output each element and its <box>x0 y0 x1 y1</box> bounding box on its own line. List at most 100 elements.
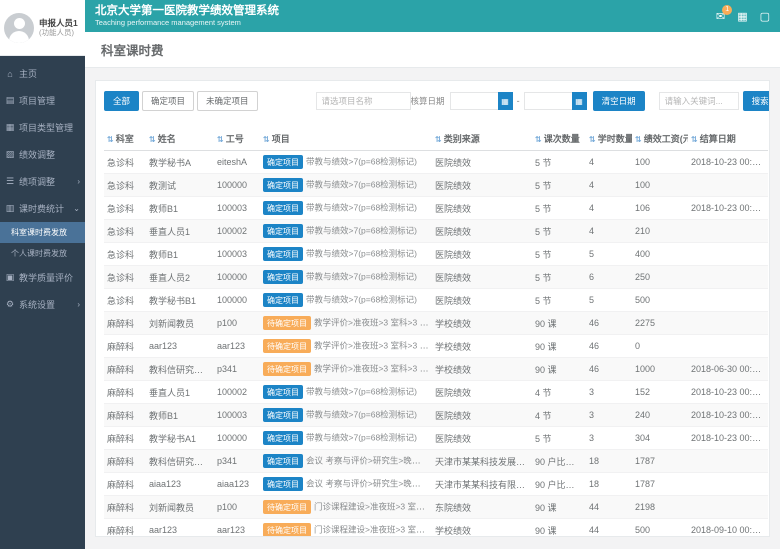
cell-project: 待确定项目门诊课程建设>准夜班>3 室科>3 学员 <box>260 519 432 538</box>
expand-icon[interactable]: ▢ <box>760 10 770 23</box>
cell-quantity: 5 节 <box>532 243 586 266</box>
cell-dept: 急诊科 <box>104 266 146 289</box>
column-header-label: 姓名 <box>158 134 176 144</box>
sort-icon: ⇅ <box>635 135 642 144</box>
cell-source: 学校绩效 <box>432 519 532 538</box>
column-header[interactable]: ⇅课次数量 <box>532 127 586 151</box>
cell-worker-id: 100000 <box>214 174 260 197</box>
cell-source: 医院绩效 <box>432 151 532 174</box>
project-status-button[interactable]: 确定项目 <box>263 385 303 399</box>
project-status-button[interactable]: 确定项目 <box>263 201 303 215</box>
cell-worker-id: 100003 <box>214 404 260 427</box>
clear-date-button[interactable]: 清空日期 <box>593 91 645 111</box>
sidebar-item-performance-adjust[interactable]: ▨绩效调整 <box>0 141 85 168</box>
app-subtitle: Teaching performance management system <box>95 18 279 27</box>
cell-worker-id: 100000 <box>214 266 260 289</box>
cell-name: 教学秘书A <box>146 151 214 174</box>
cell-worker-id: 100003 <box>214 243 260 266</box>
column-header-label: 结算日期 <box>700 134 736 144</box>
cell-dept: 麻醉科 <box>104 381 146 404</box>
cell-dept: 急诊科 <box>104 151 146 174</box>
cell-quantity: 5 节 <box>532 427 586 450</box>
sidebar-subitem-1[interactable]: 个人课时费发放 <box>0 243 85 264</box>
column-header[interactable]: ⇅类别来源 <box>432 127 532 151</box>
filter-all-button[interactable]: 全部 <box>104 91 139 111</box>
cell-quantity: 5 节 <box>532 266 586 289</box>
calendar-icon[interactable]: ▦ <box>572 92 587 110</box>
cell-salary: 106 <box>632 197 688 220</box>
project-status-button[interactable]: 待确定项目 <box>263 362 311 376</box>
cell-worker-id: 100000 <box>214 427 260 450</box>
project-status-button[interactable]: 待确定项目 <box>263 339 311 353</box>
cell-salary: 100 <box>632 174 688 197</box>
cell-name: 教师B1 <box>146 197 214 220</box>
sidebar-item-label: 项目类型管理 <box>19 121 73 134</box>
sort-icon: ⇅ <box>535 135 542 144</box>
project-status-button[interactable]: 确定项目 <box>263 477 303 491</box>
project-status-button[interactable]: 确定项目 <box>263 224 303 238</box>
column-header[interactable]: ⇅科室 <box>104 127 146 151</box>
table-row: 急诊科教学秘书B1100000确定项目带教与绩效>7(p=68检测标记)医院绩效… <box>104 289 768 312</box>
message-icon[interactable]: ✉1 <box>716 10 725 23</box>
column-header[interactable]: ⇅姓名 <box>146 127 214 151</box>
calendar-icon[interactable]: ▦ <box>498 92 513 110</box>
sort-icon: ⇅ <box>107 135 114 144</box>
grid-icon[interactable]: ▦ <box>737 10 747 23</box>
project-text: 会议 考察与评价>研究生>晚班>指导 <box>306 479 432 489</box>
sort-icon: ⇅ <box>263 135 270 144</box>
table-row: 急诊科教学秘书AeiteshA确定项目带教与绩效>7(p=68检测标记)医院绩效… <box>104 151 768 174</box>
column-header[interactable]: ⇅工号 <box>214 127 260 151</box>
sidebar-item-project-management[interactable]: ▤项目管理 <box>0 87 85 114</box>
cell-source: 学校绩效 <box>432 312 532 335</box>
cell-worker-id: p100 <box>214 496 260 519</box>
cell-project: 确定项目带教与绩效>7(p=68检测标记) <box>260 427 432 450</box>
sidebar-item-label: 课时费统计 <box>19 202 64 215</box>
column-header[interactable]: ⇅学时数量 <box>586 127 632 151</box>
sidebar-item-project-type[interactable]: ▦项目类型管理 <box>0 114 85 141</box>
project-status-button[interactable]: 待确定项目 <box>263 523 311 537</box>
keyword-search-input[interactable] <box>659 92 739 110</box>
project-status-button[interactable]: 确定项目 <box>263 155 303 169</box>
end-date-input[interactable] <box>524 92 572 110</box>
project-status-button[interactable]: 确定项目 <box>263 454 303 468</box>
topbar-actions: ✉1 ▦ ▢ <box>716 10 770 23</box>
column-header[interactable]: ⇅项目 <box>260 127 432 151</box>
cell-date <box>688 473 768 496</box>
cell-name: aar123 <box>146 519 214 538</box>
cell-date: 2018-10-23 00:00:00 <box>688 427 768 450</box>
sidebar-subitem-0[interactable]: 科室课时费发放 <box>0 222 85 243</box>
project-status-button[interactable]: 确定项目 <box>263 178 303 192</box>
cell-hours: 5 <box>586 243 632 266</box>
cell-worker-id: p341 <box>214 450 260 473</box>
sidebar-item-home[interactable]: ⌂主页 <box>0 60 85 87</box>
cell-dept: 急诊科 <box>104 289 146 312</box>
sidebar-item-settings-gear[interactable]: ⚙系统设置› <box>0 291 85 318</box>
cell-dept: 急诊科 <box>104 174 146 197</box>
project-status-button[interactable]: 确定项目 <box>263 408 303 422</box>
project-status-button[interactable]: 确定项目 <box>263 293 303 307</box>
user-panel[interactable]: 申报人员1 (功能人员) <box>0 0 85 56</box>
start-date-input[interactable] <box>450 92 498 110</box>
column-header[interactable]: ⇅结算日期 <box>688 127 768 151</box>
cell-date: 2018-09-10 00:00:00 <box>688 519 768 538</box>
filter-confirmed-button[interactable]: 确定项目 <box>142 91 194 111</box>
table-panel: 全部 确定项目 未确定项目 核算日期 ▦ - ▦ 清空日期 搜索 ⇅科室⇅姓名⇅… <box>95 80 770 537</box>
cell-salary: 1787 <box>632 473 688 496</box>
project-status-button[interactable]: 确定项目 <box>263 247 303 261</box>
sidebar-item-quality-evaluation[interactable]: ▣教学质量评价 <box>0 264 85 291</box>
cell-source: 医院绩效 <box>432 174 532 197</box>
project-status-button[interactable]: 确定项目 <box>263 270 303 284</box>
project-status-button[interactable]: 待确定项目 <box>263 316 311 330</box>
project-status-button[interactable]: 确定项目 <box>263 431 303 445</box>
filter-unconfirmed-button[interactable]: 未确定项目 <box>197 91 258 111</box>
search-button[interactable]: 搜索 <box>743 91 770 111</box>
cell-dept: 麻醉科 <box>104 335 146 358</box>
project-status-button[interactable]: 待确定项目 <box>263 500 311 514</box>
sidebar-item-fee-statistics[interactable]: ▥课时费统计⌄ <box>0 195 85 222</box>
cell-hours: 3 <box>586 404 632 427</box>
sidebar-item-item-adjust[interactable]: ☰绩项调整› <box>0 168 85 195</box>
column-header-label: 类别来源 <box>444 134 480 144</box>
project-name-input[interactable] <box>316 92 411 110</box>
column-header[interactable]: ⇅绩效工资(元) <box>632 127 688 151</box>
cell-hours: 5 <box>586 289 632 312</box>
